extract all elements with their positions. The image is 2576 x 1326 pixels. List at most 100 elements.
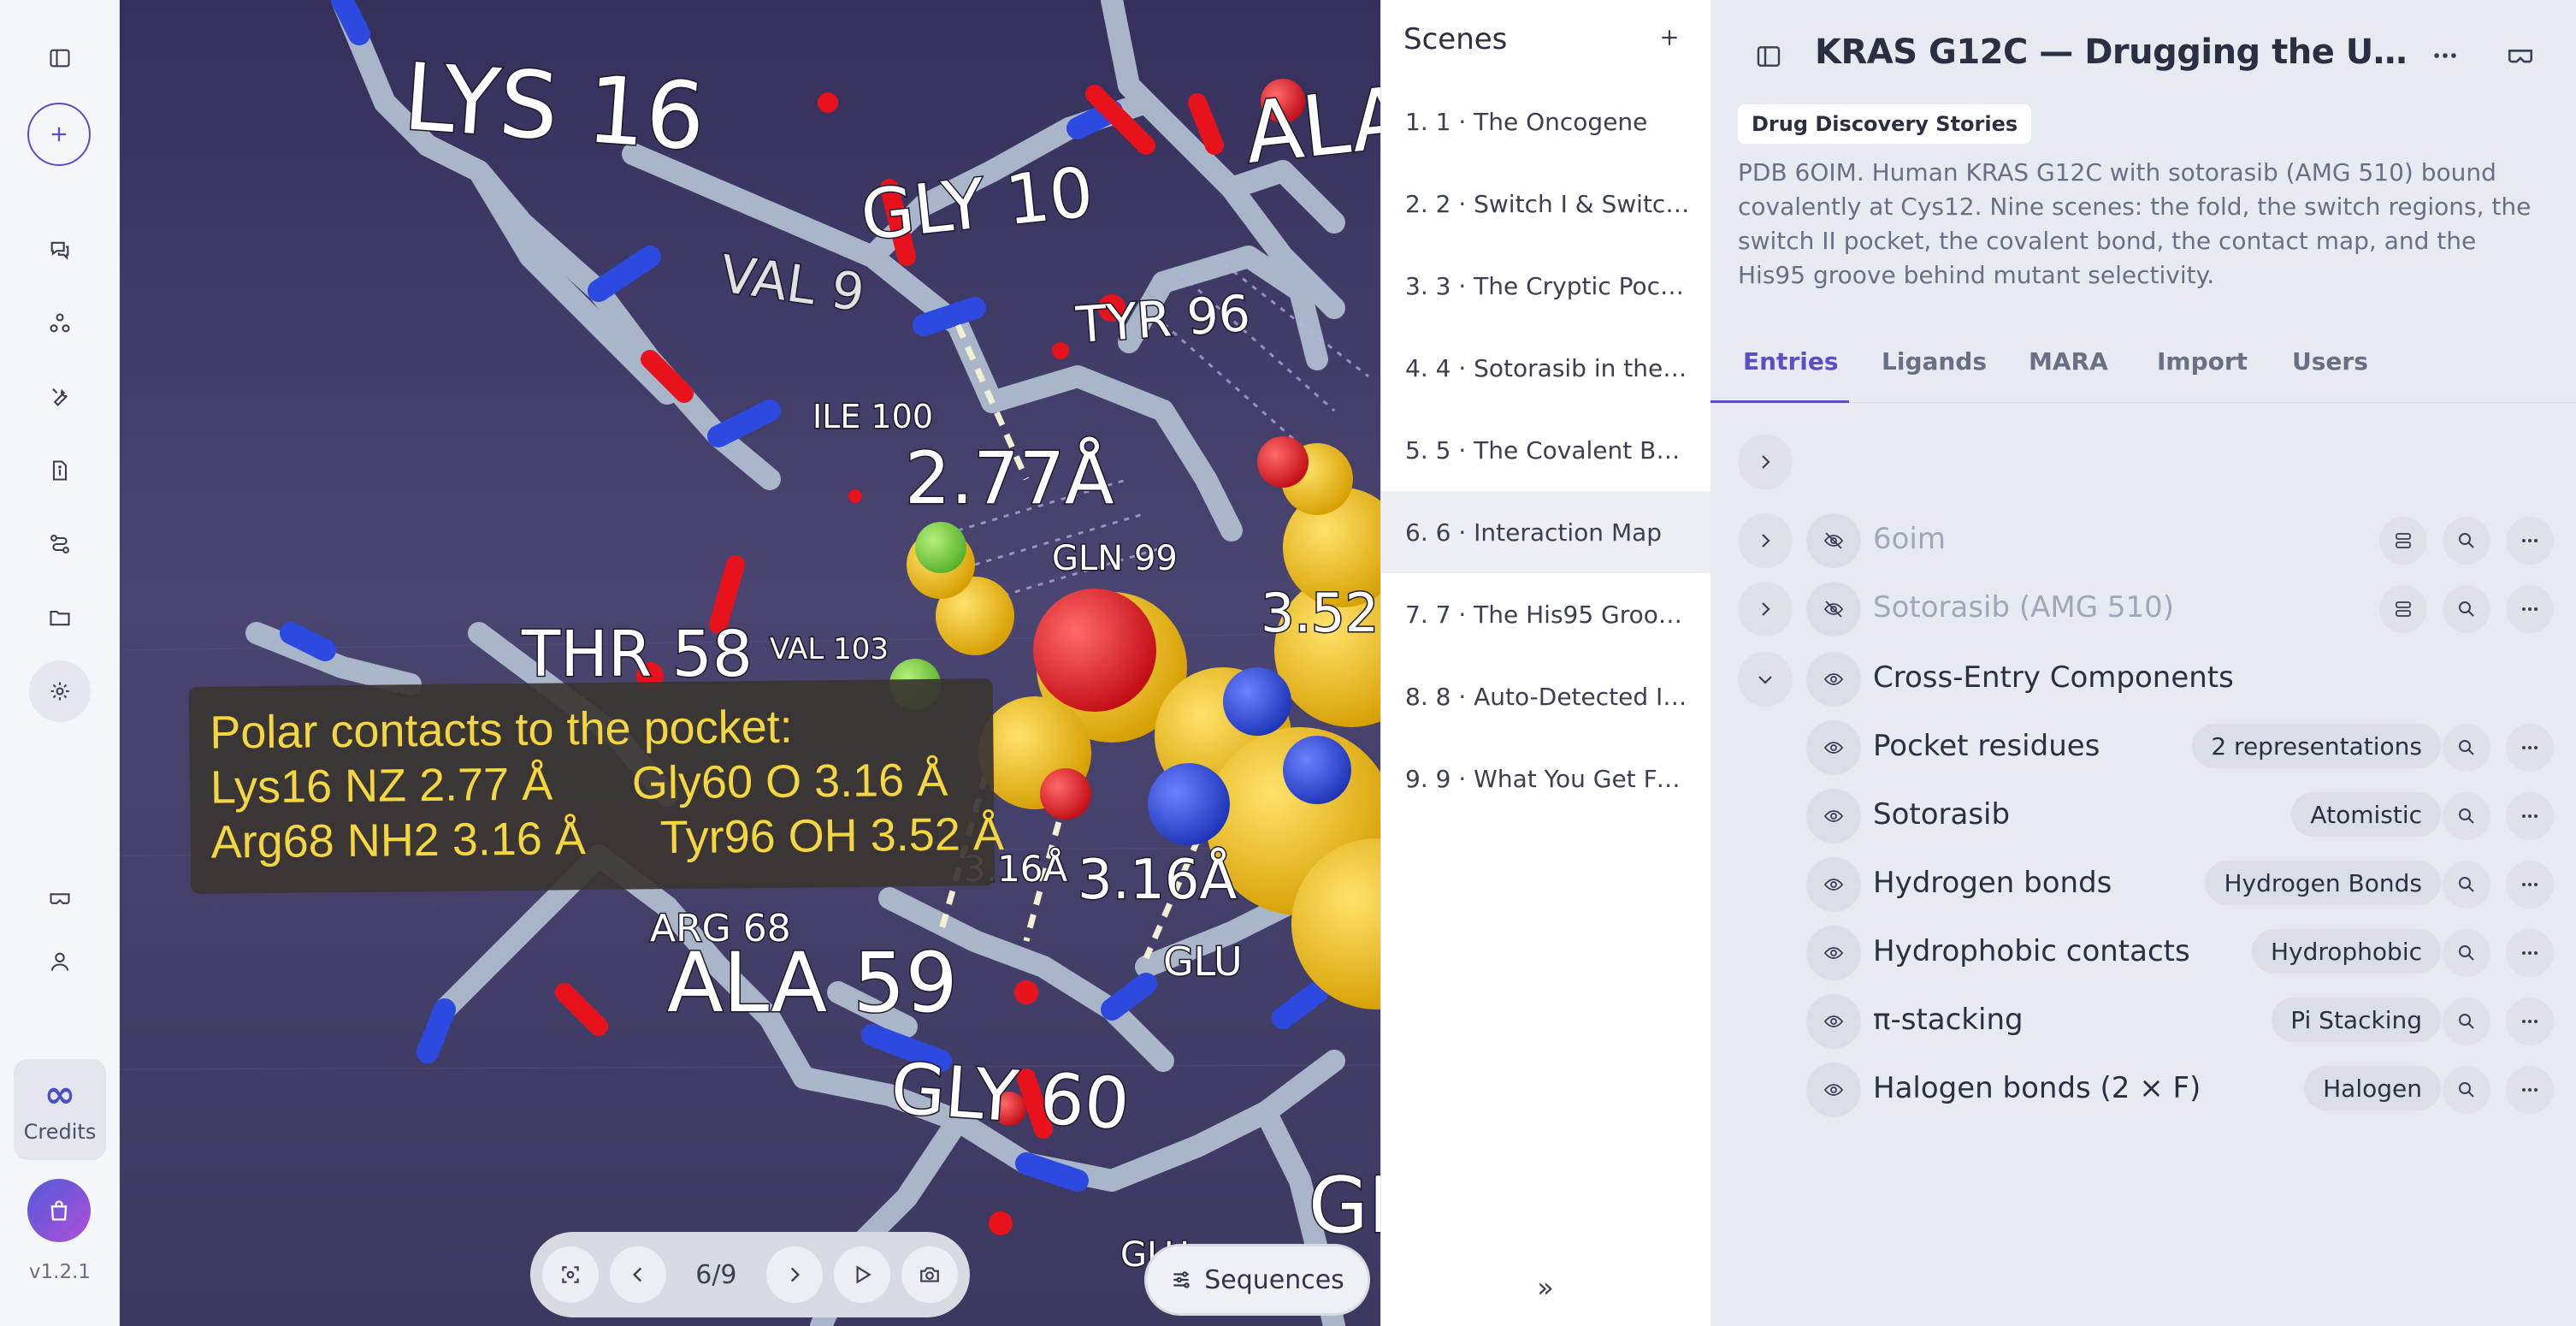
representation-badge[interactable]: Halogen — [2304, 1066, 2441, 1110]
document-icon[interactable] — [34, 445, 86, 496]
folder-icon[interactable] — [34, 592, 86, 643]
entry-label: Sotorasib (AMG 510) — [1873, 590, 2175, 625]
screenshot-button[interactable] — [901, 1246, 958, 1303]
expand-entry-button[interactable] — [1738, 513, 1793, 568]
tab-mara[interactable]: MARA — [2029, 347, 2108, 376]
next-scene-button[interactable] — [765, 1246, 823, 1303]
user-icon[interactable] — [34, 936, 86, 987]
representation-badge[interactable]: Hydrogen Bonds — [2205, 861, 2441, 905]
tab-import[interactable]: Import — [2157, 347, 2248, 376]
entry-more-button[interactable] — [2506, 585, 2554, 633]
panel-toggle-icon[interactable] — [1755, 43, 1789, 77]
eye-icon — [1823, 1015, 1844, 1027]
group-label: Cross-Entry Components — [1873, 660, 2234, 695]
scene-item[interactable]: 7. 7 · The His95 Groove… — [1381, 573, 1711, 655]
focus-component-button[interactable] — [2443, 929, 2490, 977]
collapse-group-button[interactable] — [1738, 652, 1793, 707]
tab-ligands[interactable]: Ligands — [1882, 347, 1987, 376]
scene-item-label: 3. 3 · The Cryptic Pock… — [1405, 271, 1691, 300]
component-label: Pocket residues — [1873, 729, 2100, 763]
more-icon — [2522, 1088, 2538, 1092]
residue-label-lys16: LYS 16 — [400, 44, 708, 171]
vr-view-icon[interactable] — [2506, 41, 2544, 75]
focus-component-button[interactable] — [2443, 792, 2490, 840]
representation-badge[interactable]: 2 representations — [2192, 724, 2441, 768]
visibility-toggle[interactable] — [1806, 720, 1861, 775]
focus-entry-button[interactable] — [2443, 585, 2490, 633]
scene-viewer-icon[interactable] — [29, 660, 91, 722]
entry-more-button[interactable] — [2506, 517, 2554, 565]
chevron-right-icon — [1762, 602, 1770, 616]
eye-icon — [1823, 1084, 1844, 1096]
search-icon — [2459, 601, 2474, 617]
scene-item-label: 4. 4 · Sotorasib in the P… — [1405, 353, 1691, 382]
more-options-icon[interactable] — [2431, 41, 2465, 75]
visibility-toggle[interactable] — [1806, 857, 1861, 912]
focus-button[interactable] — [542, 1246, 599, 1303]
representation-badge[interactable]: Hydrophobic — [2251, 929, 2441, 974]
tools-icon[interactable] — [34, 371, 86, 423]
visibility-toggle[interactable] — [1806, 513, 1861, 568]
visibility-toggle[interactable] — [1806, 1063, 1861, 1117]
residue-label-gl-bottom: GL — [1309, 1161, 1380, 1251]
distance-label-lys16: 2.77Å — [905, 435, 1114, 520]
representation-badge[interactable]: Pi Stacking — [2272, 997, 2441, 1042]
eye-off-icon — [1823, 601, 1844, 618]
representation-button[interactable] — [2379, 585, 2427, 633]
tab-users[interactable]: Users — [2292, 347, 2368, 376]
play-button[interactable] — [833, 1246, 890, 1303]
tab-entries[interactable]: Entries — [1743, 347, 1839, 376]
expand-all-button[interactable] — [1738, 435, 1793, 489]
visibility-toggle[interactable] — [1806, 789, 1861, 844]
scene-item[interactable]: 5. 5 · The Covalent Bo… — [1381, 409, 1711, 491]
sidebar-toggle-icon[interactable] — [34, 33, 86, 84]
focus-component-button[interactable] — [2443, 997, 2490, 1045]
component-more-button[interactable] — [2506, 929, 2554, 977]
focus-component-button[interactable] — [2443, 1066, 2490, 1114]
search-icon — [2459, 533, 2474, 548]
chevron-down-icon — [1758, 676, 1772, 684]
scene-item-label: 9. 9 · What You Get Fo… — [1405, 764, 1691, 793]
focus-component-button[interactable] — [2443, 861, 2490, 909]
molecule-viewport[interactable]: LYS 16 GLY 10 VAL 9 TYR 96 ILE 100 GLN 9… — [120, 0, 1380, 1326]
collection-tag[interactable]: Drug Discovery Stories — [1738, 104, 2032, 144]
visibility-toggle[interactable] — [1806, 994, 1861, 1049]
infinity-icon: ∞ — [44, 1073, 76, 1116]
scenes-panel: Scenes 1. 1 · The Oncogene 2. 2 · Switch… — [1380, 0, 1711, 1326]
eye-off-icon — [1823, 532, 1844, 549]
component-more-button[interactable] — [2506, 792, 2554, 840]
component-more-button[interactable] — [2506, 1066, 2554, 1114]
sequences-button[interactable]: Sequences — [1144, 1244, 1370, 1316]
scene-item-active[interactable]: 6. 6 · Interaction Map — [1381, 491, 1711, 573]
visibility-toggle[interactable] — [1806, 652, 1861, 707]
new-project-button[interactable] — [27, 103, 91, 166]
add-scene-button[interactable] — [1652, 21, 1687, 55]
scenes-header: Scenes — [1403, 22, 1508, 56]
component-more-button[interactable] — [2506, 861, 2554, 909]
chat-icon[interactable] — [34, 224, 86, 275]
visibility-toggle[interactable] — [1806, 582, 1861, 636]
shop-button[interactable] — [27, 1179, 91, 1242]
residue-label-glu: GLU — [1163, 938, 1243, 985]
credits-button[interactable]: ∞ Credits — [14, 1059, 106, 1160]
representation-button[interactable] — [2379, 517, 2427, 565]
component-more-button[interactable] — [2506, 724, 2554, 772]
molecules-icon[interactable] — [34, 298, 86, 349]
component-more-button[interactable] — [2506, 997, 2554, 1045]
scene-item[interactable]: 4. 4 · Sotorasib in the P… — [1381, 327, 1711, 409]
scene-item[interactable]: 9. 9 · What You Get Fo… — [1381, 737, 1711, 820]
scene-item[interactable]: 8. 8 · Auto-Detected In… — [1381, 655, 1711, 737]
vr-headset-icon[interactable] — [34, 873, 86, 924]
focus-component-button[interactable] — [2443, 724, 2490, 772]
collapse-scenes-button[interactable]: » — [1528, 1271, 1563, 1305]
search-icon — [2459, 808, 2474, 824]
visibility-toggle[interactable] — [1806, 926, 1861, 980]
scene-item[interactable]: 1. 1 · The Oncogene — [1381, 80, 1711, 163]
representation-badge[interactable]: Atomistic — [2291, 792, 2441, 837]
scene-item[interactable]: 2. 2 · Switch I & Switch II — [1381, 163, 1711, 245]
expand-entry-button[interactable] — [1738, 582, 1793, 636]
workflow-icon[interactable] — [34, 518, 86, 570]
scene-item[interactable]: 3. 3 · The Cryptic Pock… — [1381, 245, 1711, 327]
previous-scene-button[interactable] — [610, 1246, 667, 1303]
focus-entry-button[interactable] — [2443, 517, 2490, 565]
